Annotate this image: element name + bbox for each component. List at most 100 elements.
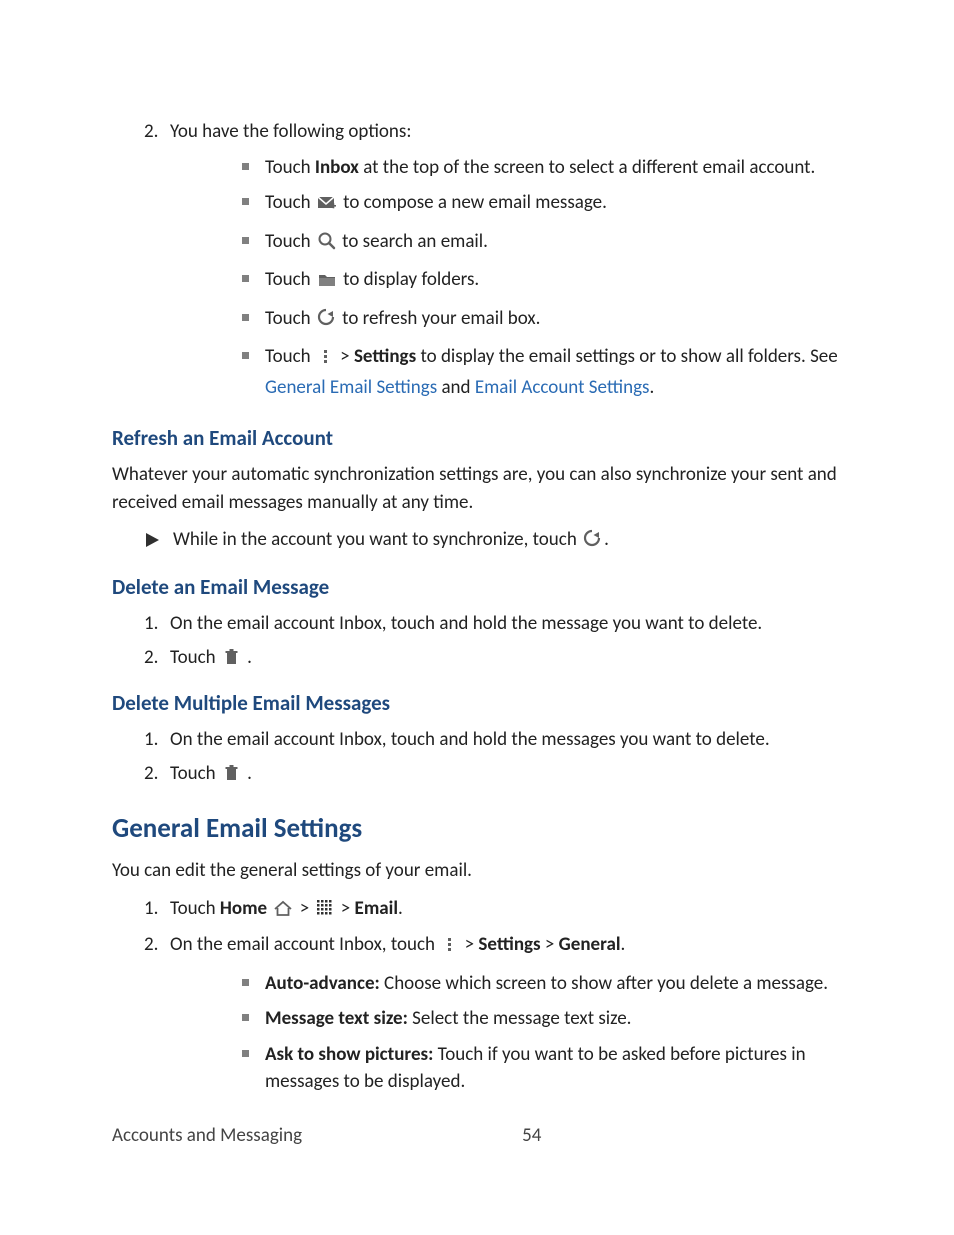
trash-icon: [222, 763, 241, 791]
text: at the top of the screen to select a dif…: [359, 156, 815, 179]
apps-icon: [315, 898, 334, 926]
home-icon: [273, 898, 293, 926]
text: Touch: [265, 230, 315, 253]
footer-section-title: Accounts and Messaging: [112, 1124, 302, 1147]
heading-delete-one: Delete an Email Message: [112, 574, 842, 600]
bold-text: Settings: [478, 933, 540, 956]
list-item: Message text size: Select the message te…: [170, 1005, 842, 1033]
list-number: 2.: [144, 644, 170, 675]
list-item: Touch Inbox at the top of the screen to …: [170, 154, 842, 182]
square-bullet-icon: [242, 163, 249, 170]
text: Touch: [170, 897, 220, 920]
sub-bullet-list: Touch Inbox at the top of the screen to …: [170, 154, 842, 402]
text: .: [604, 528, 609, 551]
list-item: Auto-advance: Choose which screen to sho…: [170, 970, 842, 998]
refresh-icon: [583, 529, 602, 557]
list-number: 1.: [144, 895, 170, 926]
text: .: [621, 933, 626, 956]
text: Touch: [265, 191, 315, 214]
text: Touch: [170, 762, 220, 785]
text: .: [649, 376, 654, 399]
folder-icon: [317, 269, 337, 297]
text: .: [398, 897, 403, 920]
step-text: On the email account Inbox, touch and ho…: [170, 610, 842, 638]
text: >: [336, 897, 354, 920]
search-icon: [317, 231, 336, 259]
link-email-account-settings[interactable]: Email Account Settings: [475, 376, 650, 399]
text: to display folders.: [339, 268, 479, 291]
text: Touch: [170, 646, 220, 669]
list-item: 2. On the email account Inbox, touch > S…: [112, 931, 842, 1104]
action-item: While in the account you want to synchro…: [112, 526, 842, 558]
delete-one-steps: 1. On the email account Inbox, touch and…: [112, 610, 842, 674]
bold-text: Email: [355, 897, 398, 920]
list-item: Touch to compose a new email message.: [170, 189, 842, 220]
options-list: 2. You have the following options: Touch…: [112, 118, 842, 409]
list-number: 2.: [144, 931, 170, 1104]
list-number: 1.: [144, 726, 170, 754]
list-number: 1.: [144, 610, 170, 638]
bold-text: General: [559, 933, 621, 956]
compose-icon: [317, 192, 337, 220]
general-settings-bullets: Auto-advance: Choose which screen to sho…: [170, 970, 842, 1096]
text: While in the account you want to synchro…: [173, 528, 581, 551]
text: to refresh your email box.: [338, 307, 541, 330]
bold-text: Home: [220, 897, 267, 920]
square-bullet-icon: [242, 198, 249, 205]
document-page: 2. You have the following options: Touch…: [0, 0, 954, 1235]
trash-icon: [222, 647, 241, 675]
paragraph: You can edit the general settings of you…: [112, 857, 842, 885]
text: to search an email.: [338, 230, 488, 253]
heading-general-email-settings: General Email Settings: [112, 812, 842, 845]
square-bullet-icon: [242, 237, 249, 244]
list-item: 2. Touch .: [112, 644, 842, 675]
list-number: 2.: [144, 760, 170, 791]
text: and: [437, 376, 475, 399]
text: .: [243, 762, 252, 785]
list-item: Touch to refresh your email box.: [170, 305, 842, 336]
text: >: [460, 933, 478, 956]
list-item: Ask to show pictures: Touch if you want …: [170, 1041, 842, 1096]
bold-text: Ask to show pictures:: [265, 1043, 433, 1066]
footer-page-number: 54: [522, 1124, 541, 1147]
step-text: On the email account Inbox, touch and ho…: [170, 726, 842, 754]
text: >: [336, 345, 354, 368]
text: >: [295, 897, 313, 920]
general-settings-steps: 1. Touch Home > > Email. 2. On the email…: [112, 895, 842, 1104]
list-item: 1. On the email account Inbox, touch and…: [112, 726, 842, 754]
square-bullet-icon: [242, 352, 249, 359]
delete-multi-steps: 1. On the email account Inbox, touch and…: [112, 726, 842, 790]
paragraph: Whatever your automatic synchronization …: [112, 461, 842, 516]
list-number: 2.: [144, 118, 170, 409]
heading-refresh-account: Refresh an Email Account: [112, 425, 842, 451]
list-item: 2. Touch .: [112, 760, 842, 791]
text: Touch: [265, 307, 315, 330]
text: to compose a new email message.: [339, 191, 607, 214]
link-general-email-settings[interactable]: General Email Settings: [265, 376, 437, 399]
step-text: You have the following options:: [170, 120, 411, 143]
bold-text: Message text size:: [265, 1007, 408, 1030]
list-item: 1. Touch Home > > Email.: [112, 895, 842, 926]
text: Touch: [265, 268, 315, 291]
square-bullet-icon: [242, 979, 249, 986]
overflow-icon: [317, 346, 334, 374]
text: .: [243, 646, 252, 669]
text: to display the email settings or to show…: [416, 345, 838, 368]
text: Touch: [265, 345, 315, 368]
bold-text: Auto-advance:: [265, 972, 380, 995]
list-item: 1. On the email account Inbox, touch and…: [112, 610, 842, 638]
text: Choose which screen to show after you de…: [380, 972, 828, 995]
page-footer: Accounts and Messaging 54: [112, 1124, 842, 1147]
square-bullet-icon: [242, 1050, 249, 1057]
refresh-icon: [317, 308, 336, 336]
square-bullet-icon: [242, 1014, 249, 1021]
square-bullet-icon: [242, 314, 249, 321]
text: Touch: [265, 156, 315, 179]
list-item: Touch > Settings to display the email se…: [170, 343, 842, 401]
list-item: 2. You have the following options: Touch…: [112, 118, 842, 409]
bold-text: Inbox: [315, 156, 359, 179]
text: Select the message text size.: [408, 1007, 632, 1030]
heading-delete-multi: Delete Multiple Email Messages: [112, 690, 842, 716]
text: On the email account Inbox, touch: [170, 933, 439, 956]
list-item: Touch to search an email.: [170, 228, 842, 259]
